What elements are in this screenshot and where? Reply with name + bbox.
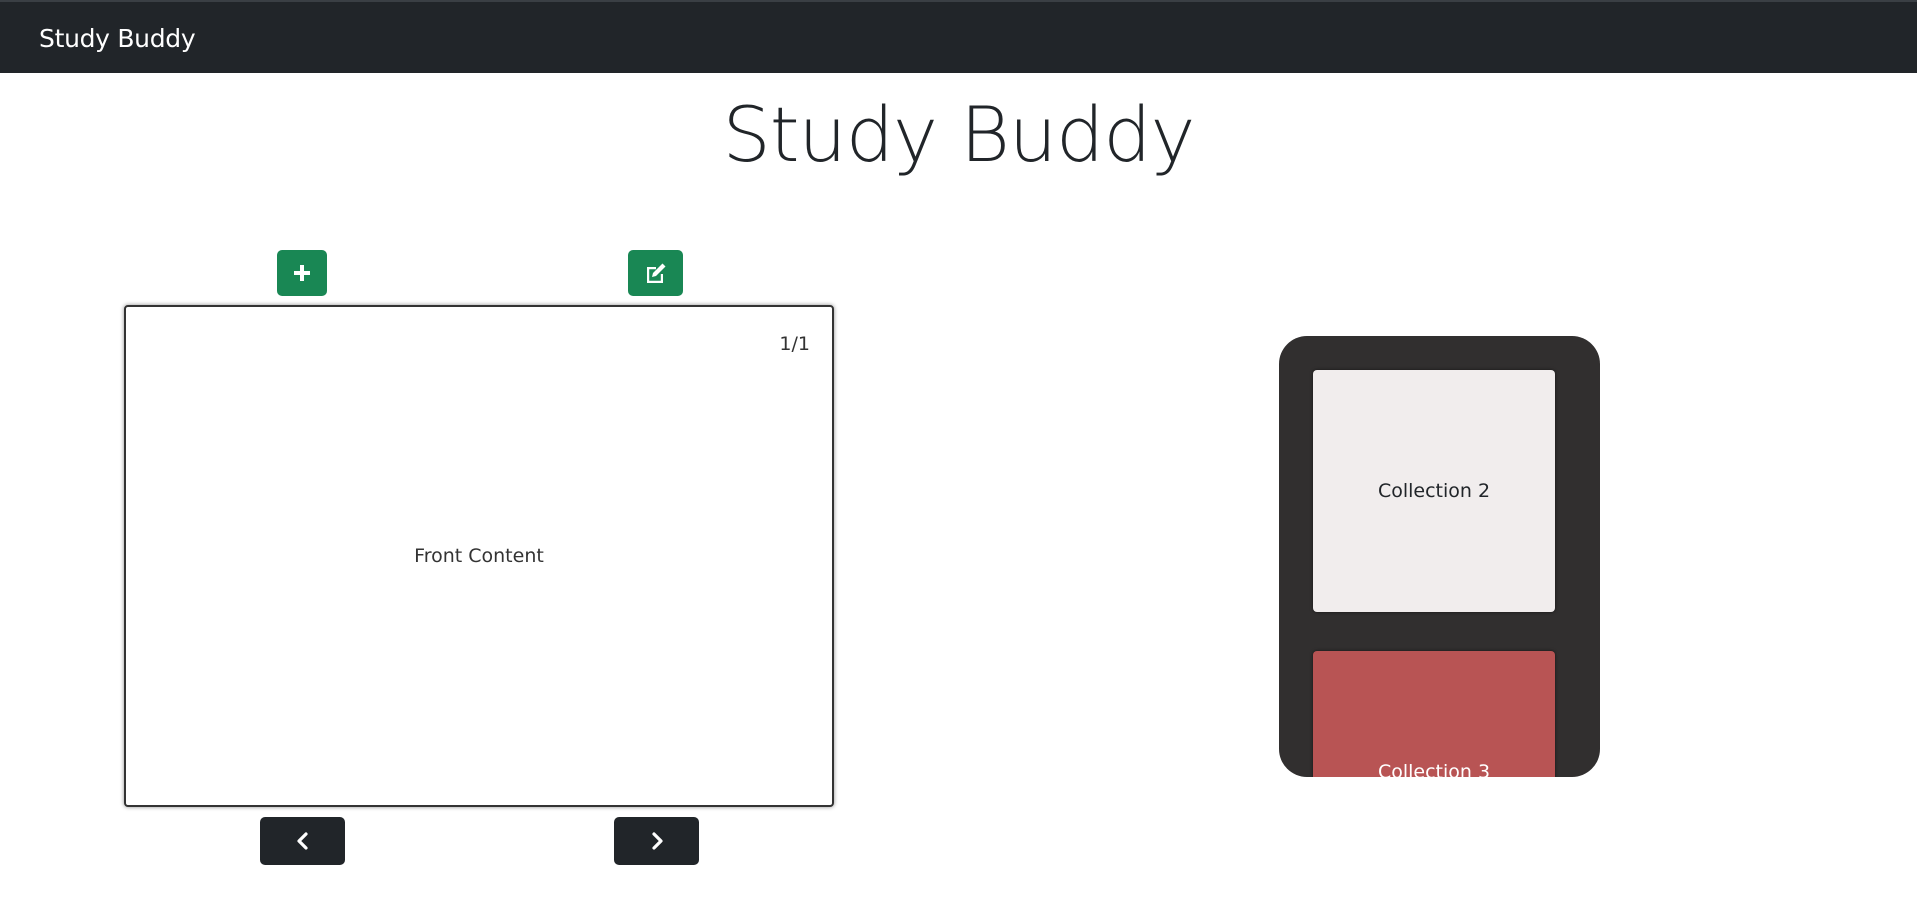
edit-card-button[interactable] — [628, 250, 683, 296]
flashcard[interactable]: Front Content 1/1 — [124, 305, 834, 807]
collection-label: Collection 3 — [1377, 761, 1491, 777]
chevron-right-icon — [651, 832, 663, 850]
card-counter: 1/1 — [779, 333, 810, 355]
navbar: Study Buddy — [0, 0, 1917, 73]
edit-icon — [646, 263, 665, 283]
add-card-button[interactable] — [277, 250, 327, 296]
card-front-content: Front Content — [414, 545, 544, 567]
previous-card-button[interactable] — [260, 817, 345, 865]
collection-item[interactable]: Collection 2 — [1313, 370, 1555, 612]
navbar-brand[interactable]: Study Buddy — [39, 24, 196, 53]
chevron-left-icon — [296, 832, 308, 850]
plus-icon — [294, 265, 310, 281]
page-title: Study Buddy — [722, 90, 1196, 179]
collection-label: Collection 2 — [1377, 480, 1491, 502]
collection-item[interactable]: Collection 3 — [1313, 651, 1555, 777]
collections-panel[interactable]: Collection 2 Collection 3 — [1279, 336, 1600, 777]
next-card-button[interactable] — [614, 817, 699, 865]
